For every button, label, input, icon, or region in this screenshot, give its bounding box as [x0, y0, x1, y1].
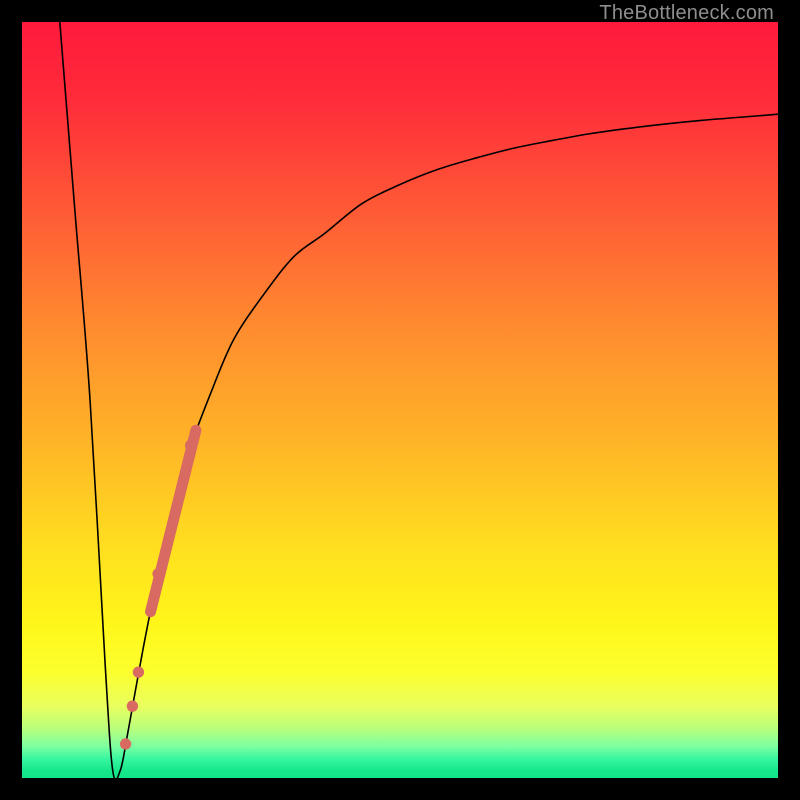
- curve-layer: [22, 22, 778, 778]
- highlighted-markers: [120, 430, 196, 749]
- marker-dot: [120, 738, 131, 749]
- marker-dot: [185, 440, 196, 451]
- plot-area: [22, 22, 778, 778]
- marker-thick-segment: [151, 430, 196, 611]
- marker-dot: [127, 701, 138, 712]
- marker-dot: [152, 568, 163, 579]
- chart-frame: TheBottleneck.com: [0, 0, 800, 800]
- marker-dot: [133, 666, 144, 677]
- bottleneck-curve: [60, 22, 778, 778]
